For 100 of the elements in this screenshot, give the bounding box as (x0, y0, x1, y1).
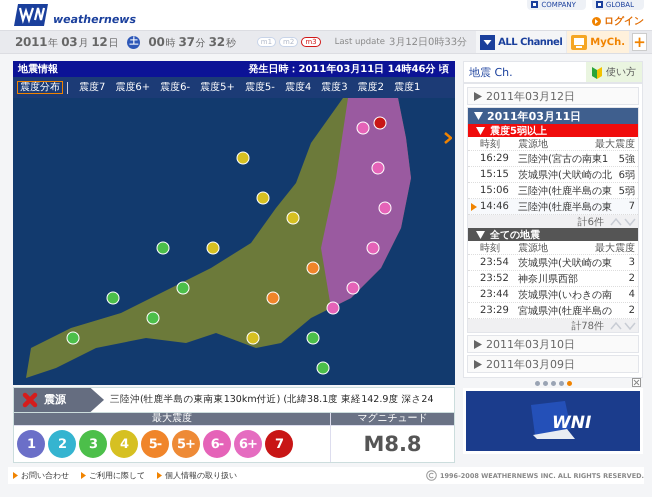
column-header: 時刻 (480, 138, 501, 150)
footer-link[interactable]: お問い合わせ (13, 470, 69, 481)
filter-tab[interactable]: 震度6+ (112, 81, 154, 94)
total-count: 計78件 (571, 320, 604, 332)
intensity-badge: 7 (265, 430, 293, 458)
column-header: 最大震度 (595, 138, 636, 150)
quake-row[interactable]: 23:54 茨城県沖(犬吠崎の東 3 (468, 255, 638, 271)
time-cell-text: 16:29 (480, 153, 510, 164)
triangle-down-icon (476, 230, 485, 238)
section-header[interactable]: 全ての地震 (468, 228, 638, 241)
next-button[interactable] (444, 132, 452, 144)
intensity-cell-text: 4 (628, 289, 636, 300)
day-header[interactable]: 2011年03月12日 (468, 88, 638, 104)
filter-tab[interactable]: 震度3 (318, 81, 351, 94)
intensity-badge: 6+ (234, 430, 262, 458)
update-time: 3月12日0時33分 (388, 36, 468, 49)
intensity-badge: 1 (17, 430, 45, 458)
triangle-right-icon (474, 340, 482, 348)
day-header[interactable]: 2011年03月11日 (468, 108, 638, 124)
intensity-cell-text: 7 (628, 201, 636, 212)
time-cell-text: 23:52 (480, 273, 510, 284)
intensity-cell-text: 3 (628, 257, 636, 268)
filter-tab[interactable]: 震度7 (76, 81, 108, 94)
total-count: 計6件 (578, 216, 604, 228)
time-cell-text: 15:15 (480, 169, 510, 180)
bullet-icon (81, 472, 86, 479)
intensity-cell-text: 5強 (618, 152, 636, 166)
square-icon (596, 1, 603, 8)
banner-logo-text: WNI (552, 413, 592, 433)
intensity-cell-text: 2 (628, 273, 636, 284)
filter-tab[interactable]: 震度1 (390, 81, 424, 94)
intensity-badge: 4 (110, 430, 138, 458)
bullet-icon (13, 472, 18, 479)
scroll-arrows-icon[interactable] (610, 217, 636, 226)
copyright-icon (426, 470, 437, 481)
intensity-badge: 5- (141, 430, 169, 458)
caret-icon (480, 34, 496, 50)
time-cell-text: 14:46 (480, 201, 510, 212)
intensity-badge: 5+ (172, 430, 200, 458)
quake-row[interactable]: 16:29 三陸沖(宮古の南東1 5強 (468, 151, 638, 167)
place-cell-text: 三陸沖(牡鹿半島の東 (518, 200, 613, 214)
chevron-right-icon (444, 132, 452, 144)
column-header: 時刻 (480, 242, 501, 254)
column-header: 震源地 (518, 138, 549, 150)
x-mark-icon (22, 392, 38, 408)
column-header: 最大震度 (595, 242, 636, 254)
carousel-dot[interactable] (534, 380, 540, 386)
footer-link[interactable]: 個人情報の取り扱い (157, 470, 237, 481)
carousel-dot[interactable] (558, 380, 564, 386)
place-cell-text: 宮城県沖(牡鹿半島の (518, 304, 613, 318)
footer-link[interactable]: ご利用に際して (81, 470, 145, 481)
quake-row[interactable]: 15:15 茨城県沖(犬吠崎の北 6弱 (468, 167, 638, 183)
quake-row[interactable]: 14:46 三陸沖(牡鹿半島の東 7 (468, 199, 638, 215)
pointer-icon (471, 202, 477, 210)
section-header[interactable]: 震度5弱以上 (468, 124, 638, 137)
intensity-cell-text: 2 (628, 305, 636, 316)
place-cell-text: 茨城県沖(犬吠崎の北 (518, 168, 613, 182)
filter-tab[interactable]: 震度2 (354, 81, 387, 94)
carousel-dot[interactable] (566, 380, 572, 386)
carousel-dot[interactable] (542, 380, 548, 386)
scroll-arrows-icon[interactable] (610, 321, 636, 330)
tv-icon (571, 34, 588, 50)
quake-row[interactable]: 23:52 神奈川県西部 2 (468, 271, 638, 287)
update-label: Last update (334, 37, 385, 47)
filter-tab[interactable]: 震度4 (282, 81, 314, 94)
intensity-heading: 最大震度 (14, 413, 330, 426)
epicenter-label: 震源 (44, 392, 66, 408)
magnitude-heading: マグニチュード (331, 413, 454, 426)
chevron-pair-icon (610, 217, 636, 226)
time-cell-text: 23:44 (480, 289, 510, 300)
square-icon (531, 1, 538, 8)
login-text: ログイン (604, 15, 644, 28)
filter-tab[interactable]: 震度6- (157, 81, 194, 94)
weekday-badge: 土 (127, 36, 140, 48)
intensity-cell-text: 6弱 (618, 168, 636, 182)
bullet-icon (157, 472, 162, 479)
place-cell-text: 三陸沖(宮古の南東1 (518, 152, 610, 166)
help-button[interactable]: 使い方 (586, 62, 642, 82)
panel-title: 地震情報 (18, 62, 58, 76)
intensity-badge: 2 (48, 430, 76, 458)
day-header[interactable]: 2011年03月10日 (468, 336, 638, 352)
day-header[interactable]: 2011年03月09日 (468, 356, 638, 372)
banner-image[interactable]: WNI (463, 388, 643, 454)
occurred-time: 発生日時：2011年03月11日 14時46分 頃 (248, 62, 449, 76)
column-header: 震源地 (518, 242, 549, 254)
time-cell-text: 15:06 (480, 185, 510, 196)
filter-tab[interactable]: 震度5+ (197, 81, 238, 94)
carousel-dot[interactable] (550, 380, 556, 386)
intensity-cell-text: 5弱 (618, 184, 636, 198)
play-icon (592, 16, 601, 26)
place-cell-text: 神奈川県西部 (518, 272, 579, 286)
magnitude-value: M8.8 (331, 426, 454, 462)
triangle-right-icon (474, 360, 482, 368)
place-cell-text: 茨城県沖(犬吠崎の東 (518, 256, 613, 270)
filter-tab[interactable]: 震度分布 (17, 81, 63, 94)
quake-row[interactable]: 23:44 茨城県沖(いわきの南 4 (468, 287, 638, 303)
time-cell-text: 23:29 (480, 305, 510, 316)
intensity-badge: 6- (203, 430, 231, 458)
channel-tab[interactable]: ALL Channel (476, 31, 566, 53)
filter-tab[interactable]: 震度5- (242, 81, 278, 94)
